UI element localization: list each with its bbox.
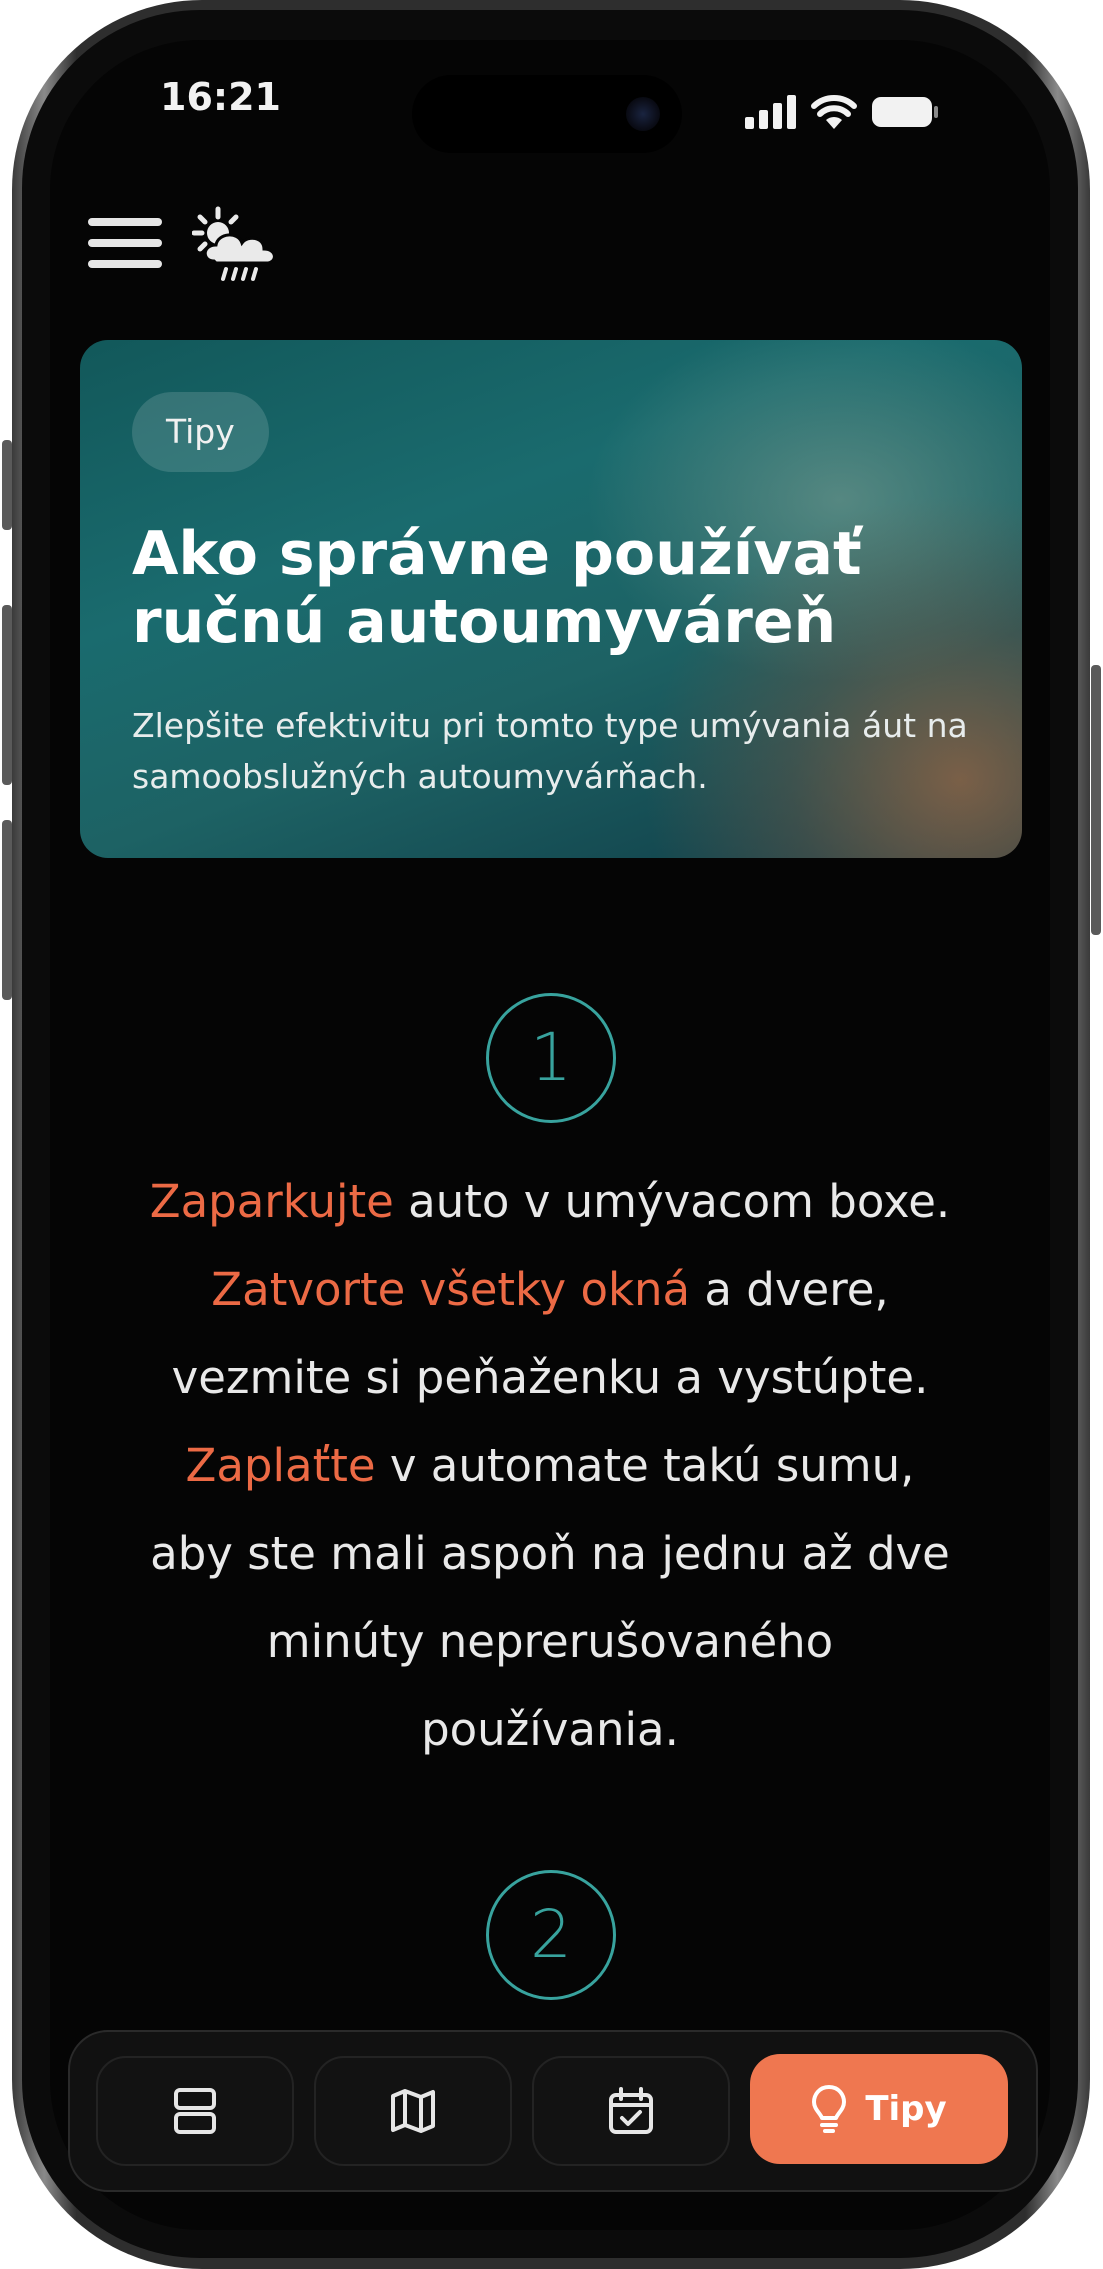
step-text-segment: a dvere, xyxy=(690,1263,889,1316)
nav-calendar-button[interactable] xyxy=(532,2056,730,2166)
signal-icon xyxy=(745,95,796,129)
step-1-line-6: minúty neprerušovaného xyxy=(266,1615,834,1668)
step-1-line-2: Zatvorte všetky okná a dvere, xyxy=(100,1246,1000,1334)
volume-down-button xyxy=(2,820,12,1000)
article-description: Zlepšite efektivitu pri tomto type umýva… xyxy=(132,706,968,796)
step-1-line-7: používania. xyxy=(421,1703,679,1756)
status-icons xyxy=(745,95,939,129)
step-text-segment: v automate takú sumu, xyxy=(375,1439,915,1492)
hero-card[interactable]: Tipy Ako správne používať ručnú autoumyv… xyxy=(80,340,1022,858)
step-1-text: Zaparkujte auto v umývacom boxe. Zatvort… xyxy=(100,1158,1000,1774)
sun-cloud-rain-icon xyxy=(192,206,276,281)
article-title: Ako správne používať ručnú autoumyváreň xyxy=(132,519,862,657)
nav-list-button[interactable] xyxy=(96,2056,294,2166)
step-1-line-1: Zaparkujte auto v umývacom boxe. xyxy=(100,1158,1000,1246)
bottom-nav: Tipy xyxy=(68,2030,1038,2192)
nav-map-button[interactable] xyxy=(314,2056,512,2166)
step-1-line-3: vezmite si peňaženku a vystúpte. xyxy=(171,1351,929,1404)
step-number-2: 2 xyxy=(486,1870,616,2000)
highlight-text: Zaplaťte xyxy=(185,1439,376,1492)
step-1-line-5: aby ste mali aspoň na jednu až dve xyxy=(150,1527,950,1580)
step-1-line-4: Zaplaťte v automate takú sumu, xyxy=(100,1422,1000,1510)
battery-icon xyxy=(872,97,938,127)
highlight-text: Zatvorte všetky okná xyxy=(211,1263,691,1316)
volume-up-button xyxy=(2,605,12,785)
step-text-segment: auto v umývacom boxe. xyxy=(393,1175,951,1228)
map-icon xyxy=(391,2089,435,2133)
nav-tips-label: Tipy xyxy=(865,2089,947,2129)
calendar-check-icon xyxy=(609,2087,653,2134)
status-time: 16:21 xyxy=(160,75,281,119)
step-number-1: 1 xyxy=(486,993,616,1123)
dynamic-island xyxy=(412,75,682,153)
wifi-icon xyxy=(811,95,857,129)
list-layout-icon xyxy=(174,2088,216,2134)
highlight-text: Zaparkujte xyxy=(149,1175,394,1228)
lightbulb-icon xyxy=(812,2085,847,2133)
category-tag: Tipy xyxy=(132,392,269,472)
action-button xyxy=(2,440,12,530)
front-camera-icon xyxy=(626,97,660,131)
nav-tips-button[interactable]: Tipy xyxy=(750,2054,1008,2164)
hamburger-menu-icon[interactable] xyxy=(88,218,162,268)
power-button xyxy=(1091,665,1101,935)
